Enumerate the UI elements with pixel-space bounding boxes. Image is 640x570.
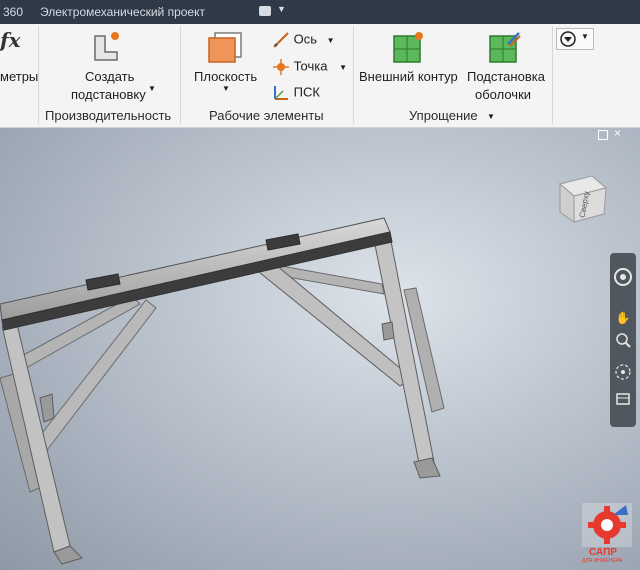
zoom-icon[interactable] [613,330,633,350]
restore-view-icon[interactable] [598,130,608,140]
project-title: Электромеханический проект [40,5,205,19]
viewcube[interactable]: Сверху [556,172,608,224]
plane-label[interactable]: Плоскость [194,69,257,84]
parameters-label[interactable]: метры [0,69,38,84]
axis-chevron-icon[interactable]: ▼ [327,36,335,45]
point-button[interactable]: Точка ▼ [272,58,347,76]
cloud-toggle-icon[interactable] [259,6,271,16]
point-icon [273,59,289,75]
point-chevron-icon[interactable]: ▼ [339,63,347,72]
frame-model[interactable] [0,128,640,570]
create-substitute-label-2[interactable]: подстановку [71,87,146,102]
axis-label: Ось [293,31,318,47]
create-substitute-label-1[interactable]: Создать [85,69,134,84]
shell-substitute-label-1[interactable]: Подстановка [467,69,545,84]
simplification-chevron-icon[interactable]: ▼ [487,112,495,121]
circle-chevron-icon [560,31,576,47]
graphics-viewport[interactable]: × Сверху [0,126,640,570]
outer-contour-icon [393,32,423,63]
steering-wheel-icon[interactable] [613,267,633,287]
divider [552,26,553,124]
panel-work-features: Рабочие элементы [209,108,324,123]
logo-brand: САПР [589,547,617,558]
plane-button[interactable] [207,30,243,69]
shell-substitute-button[interactable] [488,30,522,69]
sapr-logo: САПР ДЛЯ ИНЖЕНЕРА [582,503,632,565]
fx-icon: fx [0,28,21,52]
shell-substitute-label-2[interactable]: оболочки [475,87,531,102]
divider [353,26,354,124]
ucs-icon [274,86,288,100]
panel-productivity: Производительность [45,108,172,123]
orbit-icon[interactable] [613,362,633,382]
outer-contour-label[interactable]: Внешний контур [359,69,458,84]
ucs-button[interactable]: ПСК [272,84,320,102]
create-substitute-chevron-icon[interactable]: ▼ [148,84,156,93]
pan-hand-icon[interactable]: ✋ [613,308,633,328]
gear-icon [582,503,632,547]
app-name-fragment: 360 [3,5,24,19]
plane-icon [208,32,242,63]
divider [180,26,181,124]
chevron-down-icon[interactable]: ▼ [277,4,286,14]
shell-substitute-icon [489,32,521,63]
panel-simplification[interactable]: Упрощение [409,108,478,123]
axis-icon [273,32,289,48]
chevron-down-icon: ▼ [581,32,589,41]
ucs-label: ПСК [293,84,320,100]
axis-button[interactable]: Ось ▼ [272,31,335,49]
outer-contour-button[interactable] [392,30,426,69]
create-substitute-button[interactable] [92,30,124,67]
divider [38,26,39,124]
view-face-icon[interactable] [613,389,633,409]
title-bar: 360 Электромеханический проект ▼ [0,0,640,24]
ribbon-overflow-button[interactable]: ▼ [556,28,594,50]
create-substitute-icon [94,32,119,61]
plane-chevron-icon[interactable]: ▼ [222,84,230,93]
point-label: Точка [293,58,328,74]
logo-tagline: ДЛЯ ИНЖЕНЕРА [582,558,623,564]
navigation-bar: ✋ [610,253,636,427]
close-view-icon[interactable]: × [614,126,621,140]
